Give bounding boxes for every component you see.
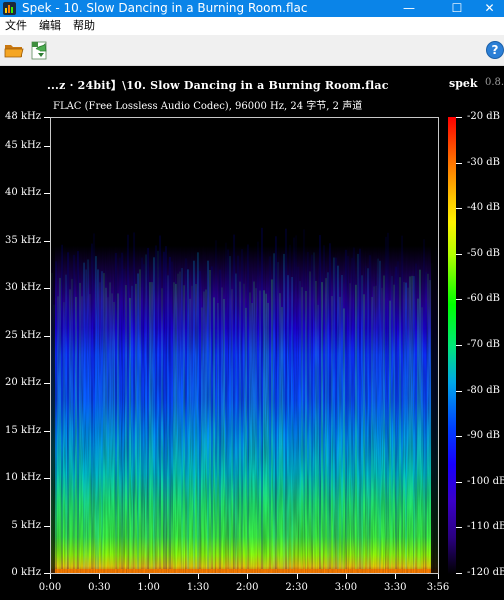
toolbar: ? (0, 35, 504, 66)
close-button[interactable]: ✕ (475, 0, 504, 17)
spek-app-icon (3, 2, 16, 15)
folder-open-icon[interactable] (3, 39, 25, 61)
db-tick-label: -120 dB (467, 567, 504, 578)
song-end-edge (431, 118, 438, 573)
db-tick-mark (456, 299, 462, 301)
menu-file[interactable]: 文件 (5, 18, 27, 34)
help-icon[interactable]: ? (486, 41, 504, 59)
frequency-tick-label: 45 kHz (5, 139, 41, 151)
db-tick-label: -60 dB (467, 293, 501, 305)
spectrogram-plot (50, 117, 439, 574)
audio-info-label: FLAC (Free Lossless Audio Codec), 96000 … (53, 101, 363, 112)
frequency-tick-label: 40 kHz (5, 187, 41, 198)
title-bar: Spek - 10. Slow Dancing in a Burning Roo… (0, 0, 504, 17)
time-tick-mark (148, 574, 150, 579)
db-tick-mark (456, 208, 462, 210)
time-tick-label: 0:30 (88, 582, 111, 593)
frequency-tick-mark (44, 383, 50, 384)
song-start-edge (51, 118, 55, 573)
file-path-label: ...z · 24bit】\10. Slow Dancing in a Burn… (47, 79, 389, 92)
frequency-tick-mark (44, 288, 50, 289)
db-tick-label: -100 dB (467, 475, 504, 487)
frequency-tick-label: 5 kHz (11, 519, 41, 531)
time-tick-label: 2:00 (236, 582, 259, 593)
menu-help[interactable]: 帮助 (73, 18, 95, 34)
save-image-icon[interactable] (28, 39, 50, 61)
time-tick-mark (50, 574, 51, 579)
spectrogram-view: ...z · 24bit】\10. Slow Dancing in a Burn… (0, 66, 504, 600)
db-tick-mark (456, 436, 462, 438)
db-tick-label: -80 dB (467, 384, 501, 396)
frequency-tick-label: 10 kHz (5, 472, 41, 483)
time-tick-mark (395, 574, 397, 579)
db-tick-mark (456, 253, 462, 255)
frequency-tick-label: 25 kHz (5, 329, 41, 341)
db-tick-mark (456, 573, 462, 574)
frequency-tick-mark (44, 478, 50, 479)
frequency-tick-label: 48 kHz (5, 111, 41, 122)
db-tick-mark (456, 481, 462, 483)
app-name-label: spek (449, 77, 478, 90)
db-tick-mark (456, 390, 462, 392)
time-tick-label: 1:30 (186, 582, 210, 593)
menu-bar: 文件 编辑 帮助 (0, 17, 504, 35)
db-tick-mark (456, 162, 462, 164)
frequency-tick-mark (44, 193, 50, 194)
db-tick-mark (456, 117, 462, 118)
db-tick-label: -50 dB (467, 247, 501, 259)
time-tick-label: 3:30 (384, 582, 407, 593)
db-tick-label: -90 dB (467, 430, 501, 442)
time-tick-label: 0:00 (38, 582, 62, 593)
menu-edit[interactable]: 编辑 (39, 18, 61, 34)
frequency-tick-label: 15 kHz (5, 424, 41, 436)
time-tick-mark (438, 574, 439, 579)
db-tick-label: -70 dB (467, 339, 501, 350)
app-version-label: 0.8. (485, 77, 504, 88)
frequency-tick-mark (44, 240, 50, 242)
frequency-tick-label: 0 kHz (11, 567, 41, 578)
time-tick-mark (99, 574, 101, 579)
db-colorbar (448, 117, 456, 574)
minimize-button[interactable]: — (390, 0, 428, 17)
time-tick-mark (247, 574, 249, 579)
frequency-tick-mark (44, 335, 50, 337)
frequency-tick-mark (44, 525, 50, 527)
frequency-tick-mark (44, 117, 50, 118)
db-tick-label: -110 dB (467, 521, 504, 533)
frequency-tick-label: 20 kHz (5, 377, 41, 388)
frequency-tick-mark (44, 430, 50, 432)
time-tick-label: 1:00 (137, 582, 160, 593)
time-tick-label: 3:56 (426, 582, 450, 593)
time-tick-mark (296, 574, 298, 579)
db-tick-label: -30 dB (467, 156, 501, 168)
spectrogram-image (51, 118, 438, 573)
db-tick-label: -20 dB (467, 111, 501, 122)
frequency-tick-label: 35 kHz (5, 234, 41, 246)
time-tick-label: 3:00 (334, 582, 358, 593)
frequency-tick-mark (44, 145, 50, 147)
time-tick-label: 2:30 (285, 582, 308, 593)
db-tick-label: -40 dB (467, 202, 501, 214)
window-title: Spek - 10. Slow Dancing in a Burning Roo… (22, 1, 308, 15)
db-tick-mark (456, 345, 462, 346)
spectrum-noise-texture (51, 118, 438, 573)
time-tick-mark (197, 574, 199, 579)
db-tick-mark (456, 527, 462, 529)
time-tick-mark (345, 574, 347, 579)
frequency-tick-label: 30 kHz (5, 282, 41, 293)
maximize-button[interactable]: ☐ (438, 0, 476, 17)
